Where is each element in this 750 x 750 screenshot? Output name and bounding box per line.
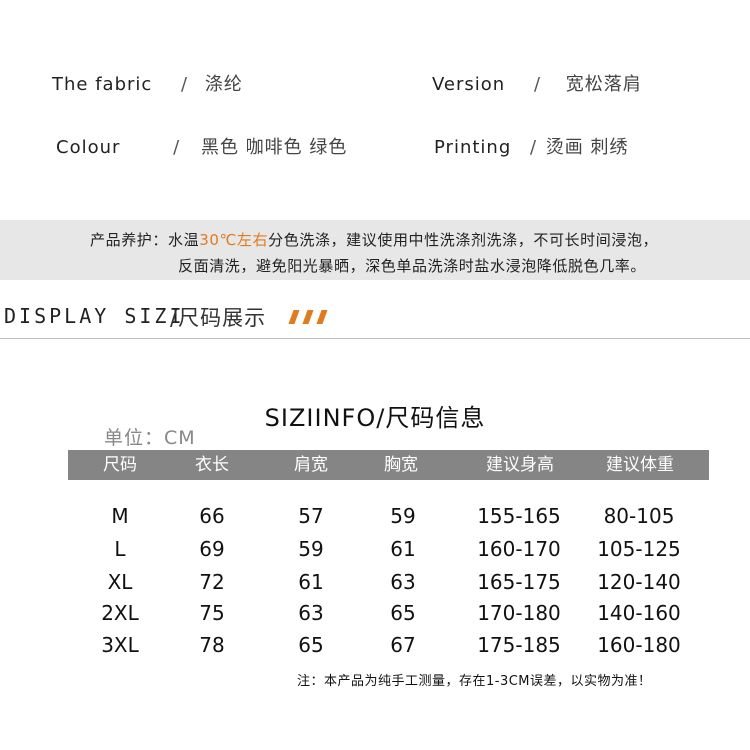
version-value: 宽松落肩 [565, 74, 642, 95]
header-length: 衣长 [195, 455, 229, 475]
printing-value: 烫画 刺绣 [545, 137, 629, 158]
cell-weight: 140-160 [597, 601, 681, 625]
size-unit: 单位：CM [104, 427, 196, 449]
version-separator: / [533, 74, 542, 95]
printing-label: Printing [434, 137, 512, 158]
printing-separator: / [529, 137, 538, 158]
care-temperature: 30℃左右 [199, 231, 269, 249]
cell-height: 160-170 [477, 537, 561, 561]
cell-height: 175-185 [477, 633, 561, 657]
section-divider [0, 338, 750, 339]
display-size-title: DISPLAY SIZI [4, 304, 185, 328]
header-chest: 胸宽 [384, 455, 418, 475]
colour-separator: / [173, 137, 181, 158]
version-row: Version / 宽松落肩 [432, 70, 642, 96]
colour-value: 黑色 咖啡色 绿色 [200, 137, 348, 158]
colour-row: Colour / 黑色 咖啡色 绿色 [56, 133, 347, 159]
care-line-1: 产品养护：水温30℃左右分色洗涤，建议使用中性洗涤剂洗涤，不可长时间浸泡， [90, 229, 658, 250]
cell-height: 155-165 [477, 504, 561, 528]
fabric-row: The fabric / 涤纶 [52, 70, 243, 96]
cell-weight: 80-105 [603, 504, 675, 528]
colour-label: Colour [56, 137, 121, 158]
header-weight: 建议体重 [606, 455, 674, 475]
cell-weight: 120-140 [597, 570, 681, 594]
care-line-1-prefix: 产品养护：水温 [90, 231, 200, 249]
version-label: Version [432, 74, 506, 95]
cell-chest: 65 [390, 601, 416, 625]
fabric-label: The fabric [52, 74, 153, 95]
cell-chest: 61 [390, 537, 416, 561]
cell-chest: 67 [390, 633, 416, 657]
cell-height: 165-175 [477, 570, 561, 594]
printing-row: Printing / 烫画 刺绣 [434, 133, 629, 159]
measurement-note: 注：本产品为纯手工测量，存在1-3CM误差，以实物为准！ [297, 674, 652, 689]
header-shoulder: 肩宽 [294, 455, 328, 475]
cell-chest: 63 [390, 570, 416, 594]
care-line-1-suffix: 分色洗涤，建议使用中性洗涤剂洗涤，不可长时间浸泡， [268, 231, 659, 249]
size-table-header: 尺码 衣长 肩宽 胸宽 建议身高 建议体重 [68, 450, 709, 480]
accent-bars-icon [288, 310, 331, 324]
cell-weight: 105-125 [597, 537, 681, 561]
care-line-2: 反面清洗，避免阳光暴晒，深色单品洗涤时盐水浸泡降低脱色几率。 [178, 257, 647, 275]
cell-height: 170-180 [477, 601, 561, 625]
header-size: 尺码 [103, 455, 137, 475]
display-size-subtitle: /尺码展示 [170, 306, 267, 330]
cell-chest: 59 [390, 504, 416, 528]
header-height: 建议身高 [486, 455, 554, 475]
fabric-separator: / [181, 74, 189, 95]
cell-weight: 160-180 [597, 633, 681, 657]
fabric-value: 涤纶 [204, 74, 243, 95]
